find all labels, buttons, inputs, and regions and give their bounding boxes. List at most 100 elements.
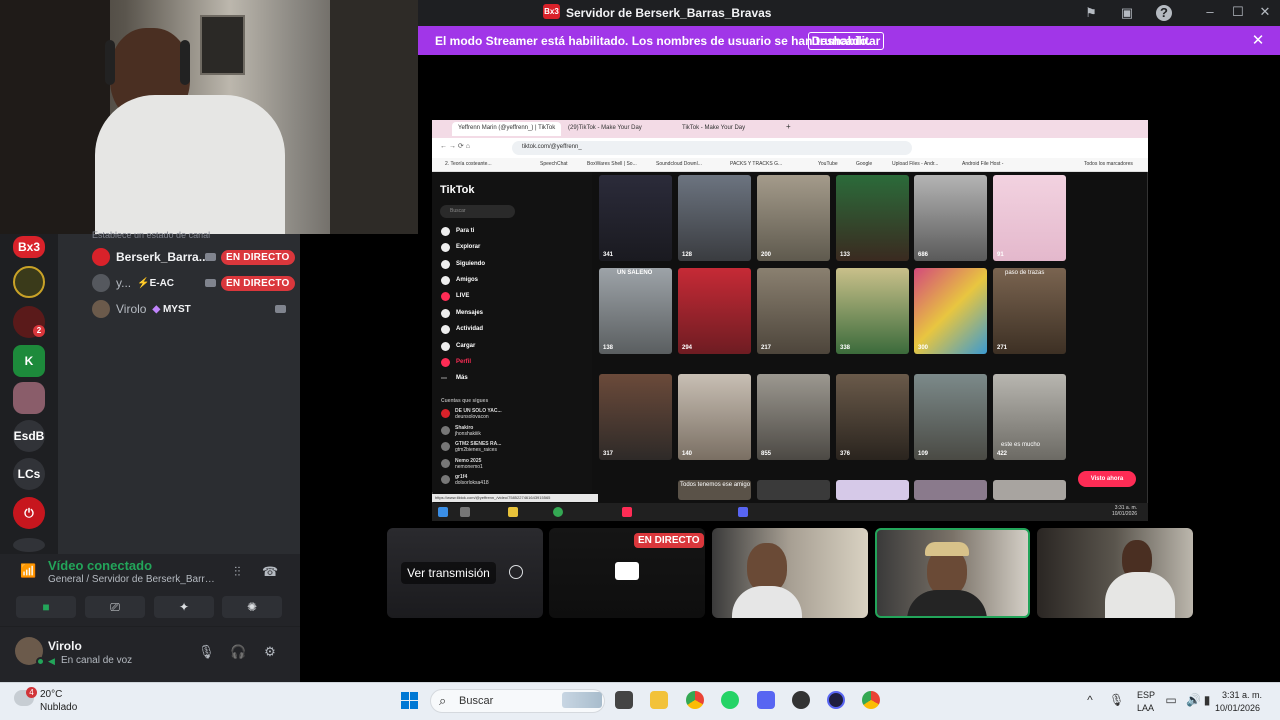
tiktok-nav-item[interactable]: Siguiendo: [456, 261, 485, 267]
system-time[interactable]: 3:31 a. m.: [1222, 690, 1262, 700]
network-icon[interactable]: ▭: [1164, 693, 1178, 707]
followed-account[interactable]: Shakiro jhonshakiiik: [455, 425, 481, 437]
voice-channel-path[interactable]: General / Servidor de Berserk_Barras_...: [48, 574, 218, 585]
video-thumbnail[interactable]: 140: [678, 374, 751, 460]
participant-video-tile[interactable]: [1037, 528, 1193, 618]
microphone-icon[interactable]: 🎙: [1109, 693, 1124, 707]
followed-account[interactable]: gr1f4 dolsorloksa418: [455, 474, 489, 486]
tiktok-logo[interactable]: TikTok: [440, 184, 474, 196]
tiktok-nav-item[interactable]: Explorar: [456, 244, 480, 250]
bookmark[interactable]: Soundcloud Downl...: [656, 161, 702, 167]
input-language[interactable]: ESP: [1137, 690, 1155, 700]
video-thumbnail[interactable]: 294: [678, 268, 751, 354]
headphones-icon[interactable]: 🎧: [230, 644, 246, 660]
bookmark[interactable]: Upload Files - Andr...: [892, 161, 938, 167]
tiktok-nav-item[interactable]: Mensajes: [456, 310, 483, 316]
close-window-icon[interactable]: ✕: [1257, 4, 1273, 20]
chevron-up-icon[interactable]: ^: [1083, 693, 1097, 707]
tiktok-nav-item[interactable]: Cargar: [456, 343, 475, 349]
video-thumbnail[interactable]: 376: [836, 374, 909, 460]
video-thumbnail[interactable]: [757, 480, 830, 500]
username[interactable]: Virolo: [48, 639, 82, 653]
server-bx3[interactable]: Bx3: [13, 236, 45, 258]
voice-status-title[interactable]: Vídeo conectado: [48, 558, 152, 573]
screen-share-button[interactable]: ⎚: [85, 596, 145, 618]
server-icon-pixel[interactable]: [13, 382, 45, 414]
bookmark[interactable]: BoxWares Shell | So...: [587, 161, 637, 167]
nav-arrows-icon[interactable]: ← → ⟳ ⌂: [440, 142, 470, 150]
video-thumbnail[interactable]: Todos tenemos ese amigo: [678, 480, 751, 500]
file-explorer-icon[interactable]: [650, 691, 668, 709]
app-icon[interactable]: [792, 691, 810, 709]
followed-account[interactable]: GTM2 SIENES RA... gtm2bienes_raices: [455, 441, 501, 453]
participant-video-tile-speaking[interactable]: [875, 528, 1030, 618]
tiktok-nav-item[interactable]: Actividad: [456, 326, 483, 332]
video-thumbnail[interactable]: 686: [914, 175, 987, 261]
video-thumbnail[interactable]: 300: [914, 268, 987, 354]
keyboard-layout[interactable]: LAA: [1137, 703, 1154, 713]
video-thumbnail[interactable]: 855: [757, 374, 830, 460]
tiktok-nav-item[interactable]: Para ti: [456, 228, 474, 234]
help-icon[interactable]: ?: [1156, 5, 1172, 21]
voice-user-berserk[interactable]: Berserk_Barra...: [92, 247, 209, 267]
bookmark[interactable]: 2. Teoría costeante...: [445, 161, 492, 167]
video-thumbnail[interactable]: 109: [914, 374, 987, 460]
video-thumbnail[interactable]: 133: [836, 175, 909, 261]
flag-icon[interactable]: ⚑: [1083, 5, 1099, 21]
noise-suppression-icon[interactable]: ⫶⫶: [234, 564, 241, 580]
tiktok-nav-item[interactable]: Más: [456, 375, 468, 381]
browser-tab[interactable]: Yeffrenn Marin (@yeffrenn_) | TikTok: [452, 122, 562, 136]
inbox-icon[interactable]: ▣: [1119, 5, 1135, 21]
server-lcs[interactable]: LCs: [13, 458, 45, 490]
video-thumbnail[interactable]: este es mucho 422: [993, 374, 1066, 460]
browser-tab[interactable]: TikTok - Make Your Day: [676, 122, 751, 136]
battery-icon[interactable]: ▮: [1200, 693, 1214, 707]
weather-condition[interactable]: Nublado: [40, 702, 77, 713]
video-thumbnail[interactable]: 317: [599, 374, 672, 460]
video-thumbnail[interactable]: 91: [993, 175, 1066, 261]
maximize-icon[interactable]: ☐: [1230, 4, 1246, 20]
new-tab-icon[interactable]: +: [786, 122, 791, 131]
voice-user-y[interactable]: y... ⚡E-AC: [92, 273, 174, 293]
camera-toggle-button[interactable]: ■: [16, 596, 76, 618]
video-thumbnail[interactable]: [836, 480, 909, 500]
minimize-icon[interactable]: –: [1202, 4, 1218, 20]
participant-video-tile[interactable]: [712, 528, 868, 618]
watched-now-button[interactable]: Visto ahora: [1078, 471, 1136, 487]
bookmark[interactable]: SpeechChat: [540, 161, 568, 167]
video-thumbnail[interactable]: UN SALENO 138: [599, 268, 672, 354]
bookmark[interactable]: Android File Host -: [962, 161, 1003, 167]
chrome-profile-icon[interactable]: [862, 691, 880, 709]
windows-start-icon[interactable]: [401, 692, 418, 709]
banner-close-icon[interactable]: ✕: [1250, 33, 1266, 49]
microphone-icon[interactable]: 🎙: [198, 644, 215, 660]
bookmark[interactable]: YouTube: [818, 161, 838, 167]
followed-account[interactable]: Nemo 2025 nemonemo1: [455, 458, 483, 470]
video-thumbnail[interactable]: [914, 480, 987, 500]
video-thumbnail[interactable]: [993, 480, 1066, 500]
disable-streamer-button[interactable]: Deshabilitar: [808, 32, 884, 50]
tiktok-nav-item[interactable]: Perfil: [456, 359, 471, 365]
voice-user-virolo[interactable]: Virolo ◆ MYST: [92, 299, 191, 319]
discord-icon[interactable]: [757, 691, 775, 709]
settings-gear-icon[interactable]: ⚙: [262, 644, 278, 660]
volume-icon[interactable]: 🔊: [1186, 693, 1201, 707]
video-thumbnail[interactable]: paso de trazas 271: [993, 268, 1066, 354]
server-icon-power[interactable]: ⏻: [13, 497, 45, 529]
bookmark[interactable]: Google: [856, 161, 872, 167]
disconnect-icon[interactable]: ☎: [262, 564, 278, 580]
video-thumbnail[interactable]: 217: [757, 268, 830, 354]
soundboard-button[interactable]: ✺: [222, 596, 282, 618]
whatsapp-icon[interactable]: [721, 691, 739, 709]
server-icon-gold[interactable]: [13, 266, 45, 298]
video-thumbnail[interactable]: 341: [599, 175, 672, 261]
video-thumbnail[interactable]: 200: [757, 175, 830, 261]
activities-button[interactable]: ✦: [154, 596, 214, 618]
browser-tab[interactable]: (29)TikTok - Make Your Day: [562, 122, 648, 136]
followed-account[interactable]: DE UN SOLO YAC... deunsolovacon: [455, 408, 502, 420]
temperature[interactable]: 20°C: [40, 689, 62, 700]
system-date[interactable]: 10/01/2026: [1215, 703, 1260, 713]
popout-icon[interactable]: [509, 565, 523, 579]
watch-stream-button[interactable]: Ver transmisión: [401, 562, 496, 584]
tiktok-search[interactable]: Buscar: [440, 205, 515, 218]
